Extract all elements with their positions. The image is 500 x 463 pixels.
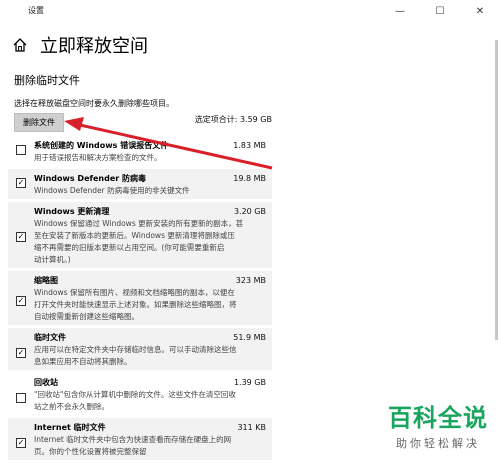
check-icon: ✓ — [17, 232, 25, 241]
item-size: 3.20 GB — [233, 207, 266, 216]
minimize-button[interactable]: — — [380, 0, 420, 22]
check-icon: ✓ — [17, 296, 25, 305]
item-name: Windows 更新清理 — [34, 207, 110, 216]
item-description-line: 应用可以在特定文件夹中存储临时信息。可以手动清除这些信 — [34, 345, 237, 354]
checkbox-unchecked[interactable] — [16, 145, 26, 155]
section-description: 选择在释放磁盘空间时要永久删除哪些项目。 — [14, 99, 174, 108]
page-header: 立即释放空间 — [12, 32, 148, 58]
file-category-item[interactable]: ✓ 临时文件 51.9 MB 应用可以在特定文件夹中存储临时信息。可以手动清除这些信息… — [8, 328, 272, 370]
file-category-item[interactable]: 系统创建的 Windows 错误报告文件 1.83 MB 用于错误报告和解决方案检查… — [8, 136, 272, 166]
item-name: Windows Defender 防病毒 — [34, 174, 146, 183]
scrollbar[interactable] — [495, 40, 498, 340]
close-button[interactable]: ✕ — [460, 0, 500, 22]
arrow-head — [64, 117, 84, 131]
item-size: 323 MB — [235, 276, 266, 285]
watermark: 百科全说 助你轻松解决 — [388, 398, 488, 451]
window-controls: — ☐ ✕ — [380, 0, 500, 22]
checkbox-checked[interactable]: ✓ — [16, 438, 26, 448]
item-size: 19.8 MB — [233, 174, 266, 183]
item-size: 51.9 MB — [233, 333, 266, 342]
item-description-line: 站之前不会永久删除。 — [34, 402, 109, 411]
file-category-item[interactable]: ✓ Windows Defender 防病毒 19.8 MB Windows Defe… — [8, 169, 272, 199]
item-description-line: Internet 临时文件夹中包含为快速查看而存储在硬盘上的网 — [34, 435, 232, 444]
item-name: 临时文件 — [34, 333, 66, 342]
item-size: 1.39 GB — [233, 378, 266, 387]
checkbox-checked[interactable]: ✓ — [16, 178, 26, 188]
item-description-line: 动计算机。) — [34, 255, 71, 264]
delete-files-button[interactable]: 删除文件 — [14, 113, 64, 132]
maximize-icon: ☐ — [435, 5, 445, 17]
item-name: 回收站 — [34, 378, 58, 387]
temp-file-list: 系统创建的 Windows 错误报告文件 1.83 MB 用于错误报告和解决方案检查… — [8, 136, 272, 463]
file-category-item[interactable]: ✓ Windows 更新清理 3.20 GB Windows 保留通过 Windows… — [8, 202, 272, 268]
item-description-line: 缩不再需要的旧版本更新以占用空间。(你可能需要重新启 — [34, 243, 225, 252]
watermark-logo: 百科全说 — [388, 404, 488, 432]
close-icon: ✕ — [475, 5, 485, 17]
check-icon: ✓ — [17, 348, 25, 357]
home-icon[interactable] — [12, 37, 28, 53]
maximize-button[interactable]: ☐ — [420, 0, 460, 22]
checkbox-unchecked[interactable] — [16, 393, 26, 403]
window-title: 设置 — [28, 6, 44, 15]
item-description-line: Windows 保留通过 Windows 更新安装的所有更新的副本，甚 — [34, 219, 244, 228]
item-size: 311 KB — [237, 423, 266, 432]
check-icon: ✓ — [17, 178, 25, 187]
minimize-icon: — — [395, 5, 405, 17]
watermark-subtitle: 助你轻松解决 — [396, 437, 480, 450]
check-icon: ✓ — [17, 438, 25, 447]
item-description-line: 至在安装了新版本的更新后。Windows 更新清理将删除或压 — [34, 231, 235, 240]
file-category-item[interactable]: 回收站 1.39 GB "回收站"包含你从计算机中删除的文件。这些文件在清空回收 站之… — [8, 373, 272, 415]
item-description-line: "回收站"包含你从计算机中删除的文件。这些文件在清空回收 — [34, 390, 236, 399]
item-size: 1.83 MB — [233, 141, 266, 150]
checkbox-checked[interactable]: ✓ — [16, 296, 26, 306]
item-description-line: 息如果应用不自动将其删除。 — [34, 357, 132, 366]
page-title: 立即释放空间 — [40, 36, 148, 57]
item-description-line: 用于错误报告和解决方案检查的文件。 — [34, 153, 162, 162]
checkbox-checked[interactable]: ✓ — [16, 348, 26, 358]
item-description-line: 自动按需重新创建这些缩略图。 — [34, 312, 139, 321]
file-category-item[interactable]: ✓ Internet 临时文件 311 KB Internet 临时文件夹中包含为快速… — [8, 418, 272, 460]
item-description-line: 页。你的个性化设置将被完整保留 — [34, 447, 147, 456]
checkbox-checked[interactable]: ✓ — [16, 232, 26, 242]
title-bar: 设置 — ☐ ✕ — [0, 0, 500, 22]
item-name: 缩略图 — [34, 276, 58, 285]
item-description-line: Windows Defender 防病毒使用的非关键文件 — [34, 186, 190, 195]
item-name: Internet 临时文件 — [34, 423, 106, 432]
selected-total: 选定项合计: 3.59 GB — [194, 115, 272, 124]
file-category-item[interactable]: ✓ 缩略图 323 MB Windows 保留所有图片、视频和文档缩略图的副本，以便在… — [8, 271, 272, 325]
item-description-line: Windows 保留所有图片、视频和文档缩略图的副本，以便在 — [34, 288, 235, 297]
section-title: 删除临时文件 — [14, 74, 80, 87]
item-description-line: 打开文件夹时能快速显示上述对象。如果删除这些缩略图，将 — [34, 300, 237, 309]
item-name: 系统创建的 Windows 错误报告文件 — [34, 141, 169, 150]
